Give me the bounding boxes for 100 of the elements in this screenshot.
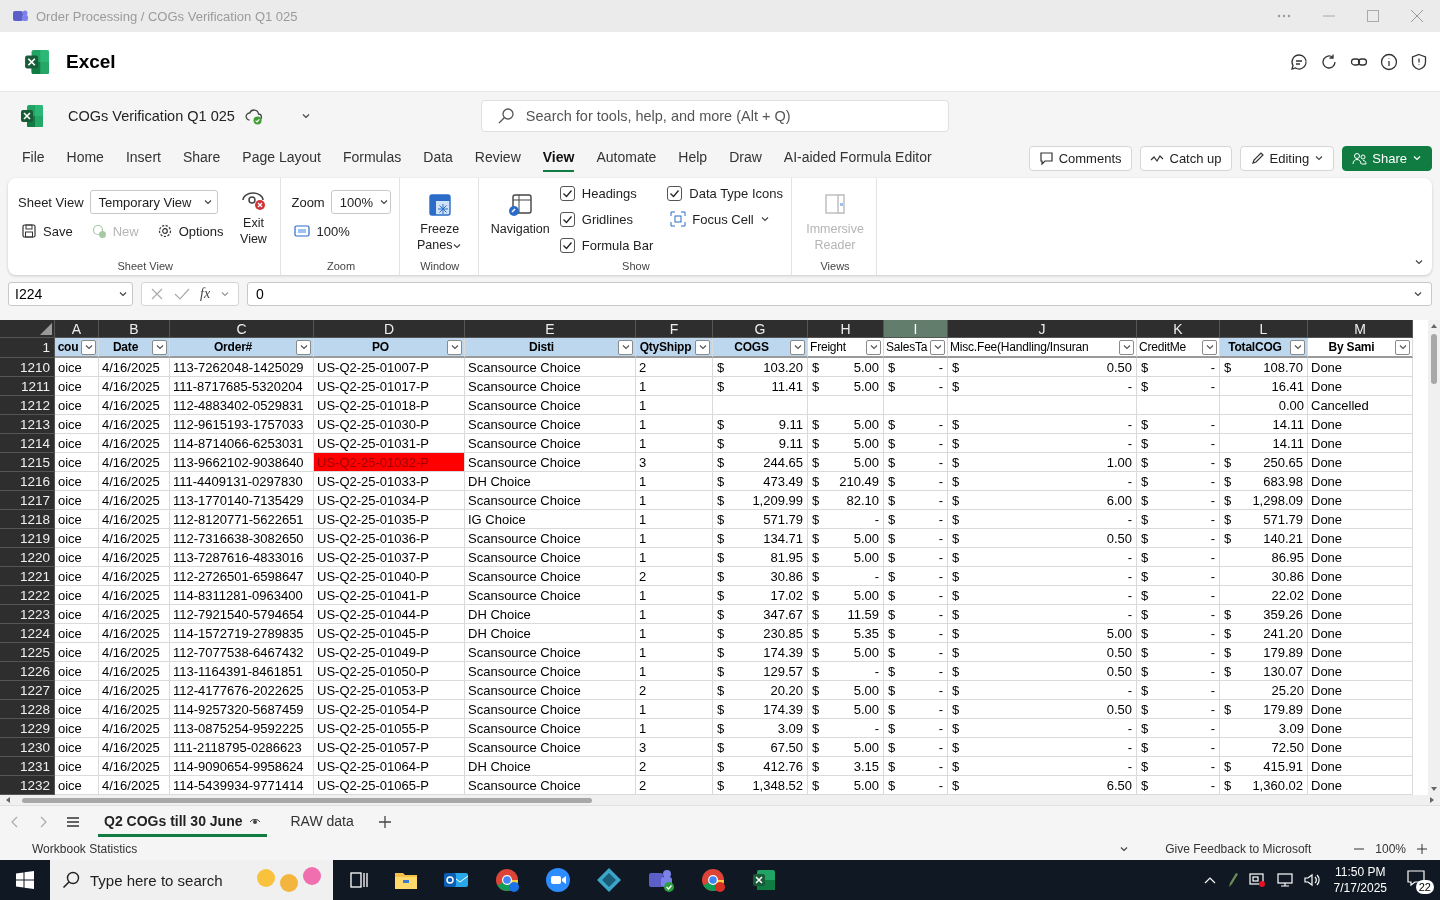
ribbon-button[interactable]: Focus Cell — [667, 206, 784, 232]
row-header[interactable]: 1212 — [0, 396, 55, 415]
column-header[interactable]: L — [1220, 320, 1308, 338]
ribbon-button[interactable]: 100% — [291, 221, 353, 241]
network-icon[interactable] — [1275, 872, 1294, 888]
row-header[interactable]: 1213 — [0, 415, 55, 434]
row-header[interactable]: 1221 — [0, 567, 55, 586]
info-icon[interactable] — [1380, 52, 1398, 71]
vertical-scrollbar[interactable] — [1428, 320, 1440, 795]
diamond-icon[interactable] — [596, 867, 622, 893]
action-button[interactable]: Comments — [1028, 145, 1132, 171]
horizontal-scrollbar[interactable] — [0, 795, 1440, 805]
row-header[interactable]: 1211 — [0, 377, 55, 396]
filter-button[interactable] — [1395, 339, 1410, 355]
filter-button[interactable] — [447, 339, 462, 355]
check-icon[interactable] — [174, 287, 190, 301]
name-box[interactable]: I224 — [8, 282, 133, 306]
sheet-tab[interactable]: RAW data — [284, 806, 360, 837]
ribbon-button[interactable]: Navigation — [488, 190, 552, 239]
row-header[interactable]: 1222 — [0, 586, 55, 605]
filter-button[interactable] — [296, 339, 311, 355]
menu-tab[interactable]: Share — [182, 144, 221, 172]
row-header[interactable]: 1219 — [0, 529, 55, 548]
row-header[interactable]: 1214 — [0, 434, 55, 453]
row-header[interactable]: 1231 — [0, 757, 55, 776]
row-header[interactable]: 1226 — [0, 662, 55, 681]
volume-icon[interactable] — [1302, 872, 1321, 888]
menu-tab[interactable]: Help — [678, 144, 708, 172]
checkbox[interactable] — [559, 185, 575, 201]
ribbon-button[interactable]: Save — [18, 221, 76, 241]
column-header[interactable]: C — [170, 320, 314, 338]
row-header[interactable]: 1224 — [0, 624, 55, 643]
start-icon[interactable] — [16, 871, 34, 889]
menu-tab[interactable]: File — [22, 144, 45, 172]
menu-tab[interactable]: Home — [66, 144, 104, 172]
browser-icon[interactable] — [700, 867, 726, 893]
spreadsheet-app-icon[interactable] — [751, 867, 777, 893]
taskbar-search-field[interactable]: Type here to search — [50, 860, 333, 900]
row-header[interactable]: 1232 — [0, 776, 55, 795]
column-header[interactable]: D — [314, 320, 465, 338]
zoom-in-icon[interactable] — [1416, 842, 1428, 855]
row-header[interactable]: 1230 — [0, 738, 55, 757]
column-header[interactable]: A — [55, 320, 99, 338]
row-header[interactable]: 1217 — [0, 491, 55, 510]
add-sheet-icon[interactable] — [377, 814, 392, 829]
filter-button[interactable] — [1290, 339, 1305, 355]
filter-button[interactable] — [790, 339, 805, 355]
menu-icon[interactable] — [66, 815, 80, 828]
row-header[interactable]: 1229 — [0, 719, 55, 738]
column-header[interactable]: F — [636, 320, 713, 338]
column-header[interactable]: E — [465, 320, 636, 338]
video-call-icon[interactable] — [545, 867, 571, 893]
chat-icon[interactable] — [1290, 52, 1308, 71]
scrollbar-thumb[interactable] — [22, 797, 592, 803]
shield-icon[interactable] — [1410, 52, 1428, 71]
row-header[interactable]: 1225 — [0, 643, 55, 662]
checkbox[interactable] — [559, 237, 575, 253]
filter-button[interactable] — [618, 339, 633, 355]
scrollbar-thumb[interactable] — [1431, 334, 1437, 384]
row-header[interactable]: 1227 — [0, 681, 55, 700]
browser-icon[interactable] — [494, 867, 520, 893]
filter-button[interactable] — [866, 339, 881, 355]
workbook-statistics-link[interactable]: Workbook Statistics — [32, 841, 138, 856]
chat-app-icon[interactable] — [647, 867, 675, 893]
action-button[interactable]: Editing — [1239, 145, 1335, 171]
row-header[interactable]: 1210 — [0, 358, 55, 377]
dropdown[interactable]: Temporary View — [89, 190, 218, 214]
ribbon-button[interactable]: Options — [153, 221, 227, 241]
column-header[interactable]: B — [99, 320, 170, 338]
filter-button[interactable] — [695, 339, 710, 355]
menu-tab[interactable]: Draw — [729, 144, 762, 172]
action-button[interactable]: Share — [1342, 145, 1432, 171]
search-field[interactable]: Search for tools, help, and more (Alt + Q) — [480, 100, 949, 132]
refresh-icon[interactable] — [1320, 52, 1338, 71]
row-header[interactable]: 1 — [0, 338, 55, 358]
row-header[interactable]: 1220 — [0, 548, 55, 567]
dropdown[interactable]: 100% — [330, 190, 391, 214]
column-header[interactable]: M — [1308, 320, 1413, 338]
filter-button[interactable] — [930, 339, 945, 355]
menu-tab[interactable]: Insert — [125, 144, 161, 172]
task-view-icon[interactable] — [349, 870, 369, 890]
ribbon-button[interactable]: Exit View — [234, 184, 273, 249]
select-all-icon[interactable] — [40, 323, 52, 335]
action-button[interactable]: Catch up — [1139, 145, 1232, 171]
ribbon-button[interactable]: Freeze Panes — [409, 190, 470, 255]
row-header[interactable]: 1228 — [0, 700, 55, 719]
menu-tab[interactable]: Page Layout — [242, 144, 321, 172]
column-header[interactable]: K — [1137, 320, 1220, 338]
column-header[interactable]: J — [948, 320, 1137, 338]
row-header[interactable]: 1223 — [0, 605, 55, 624]
column-header[interactable]: H — [808, 320, 884, 338]
filter-button[interactable] — [152, 339, 167, 355]
scroll-up-icon[interactable] — [1430, 322, 1438, 330]
checkbox[interactable] — [559, 211, 575, 227]
clock-date[interactable]: 7/17/2025 — [1333, 880, 1387, 896]
column-header[interactable]: I — [884, 320, 948, 338]
menu-tab[interactable]: Automate — [596, 144, 657, 172]
menu-tab[interactable]: Formulas — [342, 144, 402, 172]
filter-button[interactable] — [81, 339, 96, 355]
row-header[interactable]: 1215 — [0, 453, 55, 472]
